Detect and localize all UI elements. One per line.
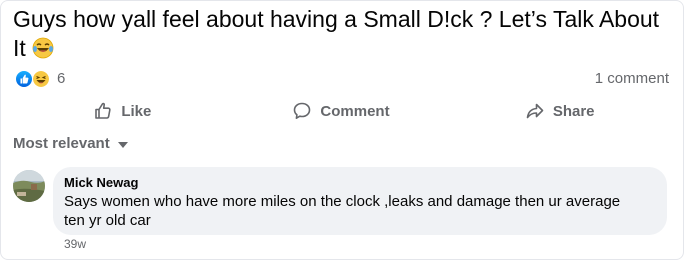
haha-reaction-icon bbox=[32, 70, 50, 88]
post-card: Guys how yall feel about having a Small … bbox=[0, 0, 684, 260]
reaction-icons[interactable] bbox=[15, 69, 55, 89]
share-button[interactable]: Share bbox=[450, 97, 669, 125]
comment-label: Comment bbox=[320, 102, 390, 120]
post-text-content: Guys how yall feel about having a Small … bbox=[13, 6, 660, 61]
laughing-crying-emoji-icon bbox=[32, 37, 54, 59]
like-button[interactable]: Like bbox=[13, 97, 232, 125]
comment-text: Says women who have more miles on the cl… bbox=[64, 193, 621, 229]
comment-sort-dropdown[interactable]: Most relevant bbox=[13, 135, 128, 152]
post-text: Guys how yall feel about having a Small … bbox=[13, 5, 668, 63]
caret-down-icon bbox=[117, 142, 128, 148]
reaction-count[interactable]: 6 bbox=[57, 70, 65, 87]
sort-label: Most relevant bbox=[13, 135, 110, 152]
comment-button[interactable]: Comment bbox=[232, 97, 451, 125]
like-reaction-icon bbox=[15, 70, 33, 88]
comment-bubble: Mick Newag Says women who have more mile… bbox=[53, 167, 667, 235]
comment-timestamp[interactable]: 39w bbox=[64, 237, 86, 251]
comment-bubble-icon bbox=[294, 102, 311, 119]
avatar[interactable] bbox=[13, 170, 45, 202]
reactions-bar: 6 1 comment bbox=[13, 69, 669, 89]
share-arrow-icon bbox=[526, 103, 544, 119]
comment-count-link[interactable]: 1 comment bbox=[595, 70, 669, 87]
share-label: Share bbox=[552, 102, 595, 120]
post-action-bar: Like Comment Share bbox=[13, 97, 669, 125]
comment-author[interactable]: Mick Newag bbox=[64, 175, 138, 190]
like-label: Like bbox=[121, 102, 152, 120]
thumbs-up-icon bbox=[95, 102, 111, 119]
